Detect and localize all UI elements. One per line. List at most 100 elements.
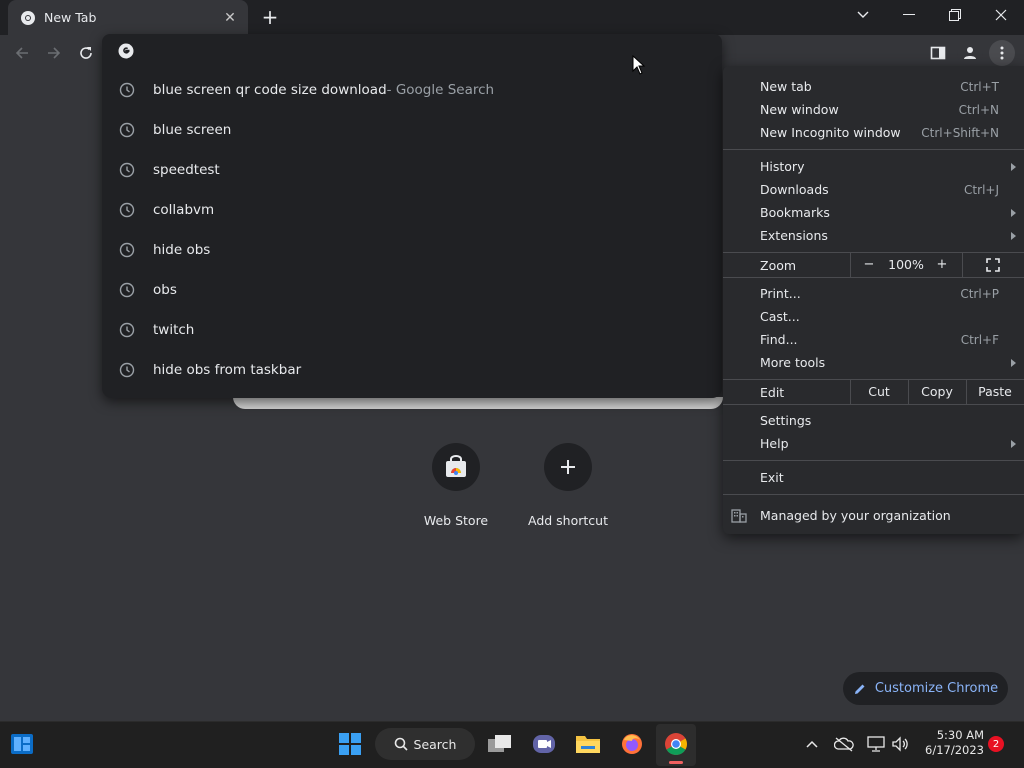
suggestion-item[interactable]: blue screen xyxy=(103,110,721,150)
submenu-arrow-icon xyxy=(1011,439,1016,448)
windows-icon xyxy=(339,733,361,755)
history-clock-icon xyxy=(119,282,135,298)
onedrive-button[interactable] xyxy=(832,730,856,758)
fullscreen-icon xyxy=(986,258,1000,272)
forward-button[interactable] xyxy=(42,41,66,65)
volume-button[interactable] xyxy=(888,730,912,758)
menu-item-bookmarks[interactable]: Bookmarks xyxy=(723,201,1024,224)
tab-title: New Tab xyxy=(44,10,97,25)
menu-item-more-tools[interactable]: More tools xyxy=(723,351,1024,374)
zoom-out-button[interactable]: − xyxy=(858,254,880,276)
history-clock-icon xyxy=(119,82,135,98)
teams-chat-icon xyxy=(533,735,555,753)
new-tab-button[interactable]: + xyxy=(260,7,280,28)
omnibox-input[interactable] xyxy=(142,40,702,64)
menu-divider xyxy=(723,404,1024,405)
customize-label: Customize Chrome xyxy=(874,681,999,696)
mouse-cursor-icon xyxy=(632,55,646,75)
side-panel-button[interactable] xyxy=(926,41,950,65)
chevron-up-icon xyxy=(806,740,818,748)
suggestion-text: twitch xyxy=(153,322,195,338)
minimize-button[interactable] xyxy=(886,0,932,30)
search-label: Search xyxy=(413,736,457,752)
menu-item-print[interactable]: Print... Ctrl+P xyxy=(723,282,1024,305)
menu-item-managed[interactable]: Managed by your organization xyxy=(723,504,1024,527)
chrome-menu-button[interactable] xyxy=(989,40,1015,66)
widgets-icon xyxy=(11,734,33,754)
file-explorer-button[interactable] xyxy=(572,730,604,758)
clock-date: 6/17/2023 xyxy=(925,743,984,757)
cloud-offline-icon xyxy=(834,737,854,752)
suggestion-text: hide obs from taskbar xyxy=(153,362,302,378)
profile-button[interactable] xyxy=(957,40,983,66)
chrome-icon xyxy=(665,733,687,755)
close-window-button[interactable] xyxy=(978,0,1024,30)
menu-item-new-window[interactable]: New window Ctrl+N xyxy=(723,98,1024,121)
customize-chrome-button[interactable]: Customize Chrome xyxy=(843,672,1008,705)
menu-item-exit[interactable]: Exit xyxy=(723,466,1024,489)
suggestion-item[interactable]: twitch xyxy=(103,310,721,350)
profile-icon xyxy=(964,47,976,59)
zoom-divider xyxy=(962,253,963,277)
menu-item-downloads[interactable]: Downloads Ctrl+J xyxy=(723,178,1024,201)
menu-item-settings[interactable]: Settings xyxy=(723,409,1024,432)
menu-item-history[interactable]: History xyxy=(723,155,1024,178)
clock-time: 5:30 AM xyxy=(936,728,984,742)
menu-item-new-tab[interactable]: New tab Ctrl+T xyxy=(723,75,1024,98)
shortcut-label: Web Store xyxy=(423,513,489,528)
folder-icon xyxy=(576,736,600,753)
suggestion-item[interactable]: hide obs xyxy=(103,230,721,270)
menu-item-cast[interactable]: Cast... xyxy=(723,305,1024,328)
copy-button[interactable]: Copy xyxy=(909,381,965,403)
suggestion-suffix: - Google Search xyxy=(386,82,495,98)
menu-item-help[interactable]: Help xyxy=(723,432,1024,455)
tab-search-icon[interactable] xyxy=(840,0,886,30)
suggestion-item[interactable]: blue screen qr code size download - Goog… xyxy=(103,70,721,110)
reload-icon xyxy=(80,47,92,59)
suggestion-item[interactable]: obs xyxy=(103,270,721,310)
history-clock-icon xyxy=(119,202,135,218)
menu-divider xyxy=(723,494,1024,495)
network-button[interactable] xyxy=(864,730,888,758)
paste-button[interactable]: Paste xyxy=(967,381,1023,403)
tab-close-icon[interactable]: ✕ xyxy=(220,8,240,28)
taskbar-search[interactable]: Search xyxy=(375,728,475,760)
ntp-search-box[interactable] xyxy=(233,397,723,409)
suggestion-item[interactable]: collabvm xyxy=(103,190,721,230)
firefox-button[interactable] xyxy=(616,730,648,758)
suggestion-item[interactable]: speedtest xyxy=(103,150,721,190)
tab-new-tab[interactable]: New Tab ✕ xyxy=(8,0,248,35)
start-button[interactable] xyxy=(334,730,366,758)
restore-button[interactable] xyxy=(932,0,978,30)
menu-divider xyxy=(723,277,1024,278)
notification-badge[interactable]: 2 xyxy=(988,736,1004,752)
widgets-button[interactable] xyxy=(6,730,38,758)
teams-button[interactable] xyxy=(528,730,560,758)
reload-button[interactable] xyxy=(74,41,98,65)
menu-item-find[interactable]: Find... Ctrl+F xyxy=(723,328,1024,351)
menu-divider xyxy=(723,252,1024,253)
google-icon xyxy=(118,43,134,59)
show-hidden-icons-button[interactable] xyxy=(800,730,824,758)
cut-button[interactable]: Cut xyxy=(851,381,907,403)
speaker-icon xyxy=(892,736,908,752)
zoom-in-button[interactable]: + xyxy=(931,254,953,276)
task-view-button[interactable] xyxy=(484,730,516,758)
history-clock-icon xyxy=(119,162,135,178)
web-store-icon xyxy=(446,455,466,477)
back-button[interactable] xyxy=(10,41,34,65)
suggestion-item[interactable]: hide obs from taskbar xyxy=(103,350,721,390)
chrome-icon xyxy=(21,10,35,25)
menu-item-new-incognito[interactable]: New Incognito window Ctrl+Shift+N xyxy=(723,121,1024,144)
fullscreen-button[interactable] xyxy=(982,255,1004,275)
suggestion-text: blue screen qr code size download xyxy=(153,82,387,98)
chrome-taskbar-button[interactable] xyxy=(660,730,692,758)
menu-item-extensions[interactable]: Extensions xyxy=(723,224,1024,247)
submenu-arrow-icon xyxy=(1011,208,1016,217)
active-indicator xyxy=(669,761,683,764)
shortcut-web-store[interactable]: Web Store xyxy=(408,443,504,539)
network-icon xyxy=(867,736,885,752)
shortcut-add[interactable]: Add shortcut xyxy=(520,443,616,539)
history-clock-icon xyxy=(119,362,135,378)
taskbar-clock[interactable]: 5:30 AM 6/17/2023 xyxy=(912,728,984,758)
